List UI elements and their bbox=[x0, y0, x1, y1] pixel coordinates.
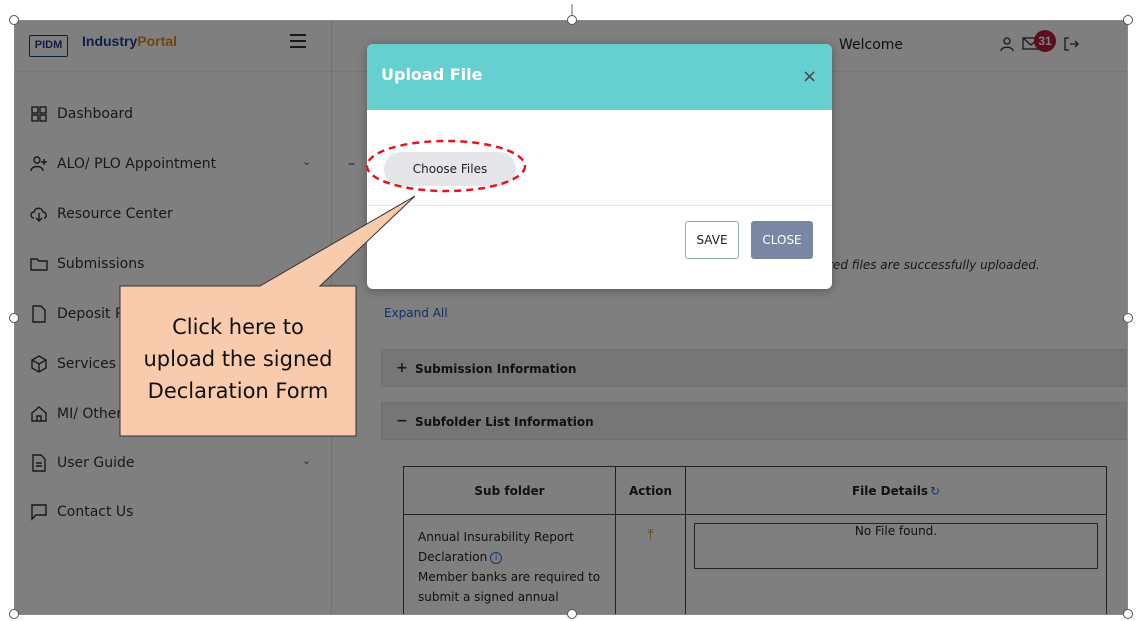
resize-handle[interactable] bbox=[567, 15, 577, 25]
upload-file-modal: Upload File × Choose Files SAVE CLOSE bbox=[367, 44, 832, 289]
resize-handle[interactable] bbox=[1123, 609, 1133, 619]
modal-title: Upload File bbox=[381, 65, 483, 84]
callout-text: Click here to upload the signed Declarat… bbox=[120, 311, 356, 407]
resize-handle[interactable] bbox=[9, 313, 19, 323]
choose-files-button[interactable]: Choose Files bbox=[384, 152, 516, 186]
resize-handle[interactable] bbox=[1123, 15, 1133, 25]
modal-divider bbox=[367, 205, 832, 206]
resize-handle[interactable] bbox=[1123, 313, 1133, 323]
close-icon[interactable]: × bbox=[802, 66, 817, 87]
modal-header: Upload File × bbox=[367, 44, 832, 110]
resize-handle[interactable] bbox=[9, 15, 19, 25]
callout-line: Click here to bbox=[172, 315, 304, 339]
resize-handle[interactable] bbox=[9, 609, 19, 619]
close-button[interactable]: CLOSE bbox=[751, 221, 813, 259]
save-button[interactable]: SAVE bbox=[685, 221, 739, 259]
callout-line: upload the signed bbox=[143, 347, 333, 371]
resize-handle[interactable] bbox=[567, 609, 577, 619]
callout-line: Declaration Form bbox=[147, 379, 329, 403]
